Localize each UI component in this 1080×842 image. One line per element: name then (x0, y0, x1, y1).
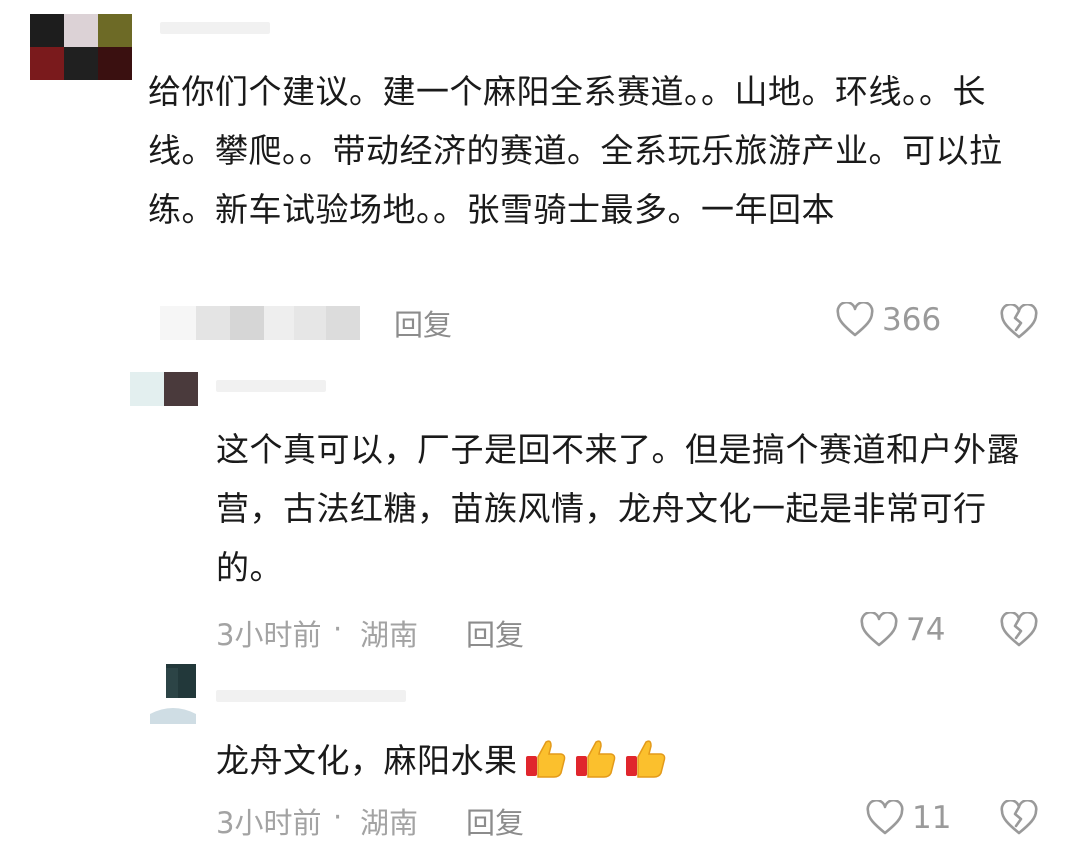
username-blurred[interactable] (216, 690, 406, 702)
avatar[interactable] (130, 372, 198, 406)
avatar[interactable] (150, 664, 196, 724)
username-blurred[interactable] (160, 22, 270, 34)
reply-button[interactable]: 回复 (394, 302, 452, 344)
reply-location: 湖南 (360, 618, 419, 652)
broken-heart-icon[interactable] (1000, 612, 1038, 648)
reply-text: 这个真可以，厂子是回不来了。但是搞个赛道和户外露营，古法红糖，苗族风情，龙舟文化… (216, 430, 1020, 587)
thumbs-up-icon (524, 736, 568, 780)
comment-text: 给你们个建议。建一个麻阳全系赛道。。山地。环线。。长线。攀爬。。带动经济的赛道。… (148, 72, 1003, 229)
like-count: 74 (906, 612, 946, 648)
reply-button[interactable]: 回复 (466, 800, 524, 842)
reply-time: 3小时前 (216, 618, 322, 652)
reply-button[interactable]: 回复 (466, 612, 524, 654)
heart-outline-icon (860, 612, 898, 648)
avatar[interactable] (30, 14, 132, 80)
separator: · (333, 612, 343, 646)
reply-text: 龙舟文化，麻阳水果 (216, 741, 518, 780)
comment-meta-blurred (160, 306, 360, 340)
separator: · (333, 800, 343, 834)
like-button[interactable]: 366 (836, 302, 941, 338)
like-button[interactable]: 74 (860, 612, 945, 648)
thumbs-up-icon (624, 736, 668, 780)
heart-outline-icon (836, 302, 874, 338)
reply-time: 3小时前 (216, 806, 322, 840)
broken-heart-icon[interactable] (1000, 304, 1038, 340)
thumbs-up-icon (574, 736, 618, 780)
reply-text-row: 龙舟文化，麻阳水果 (216, 731, 668, 790)
username-blurred[interactable] (216, 380, 326, 392)
reply-location: 湖南 (360, 806, 419, 840)
like-count: 366 (882, 302, 942, 338)
